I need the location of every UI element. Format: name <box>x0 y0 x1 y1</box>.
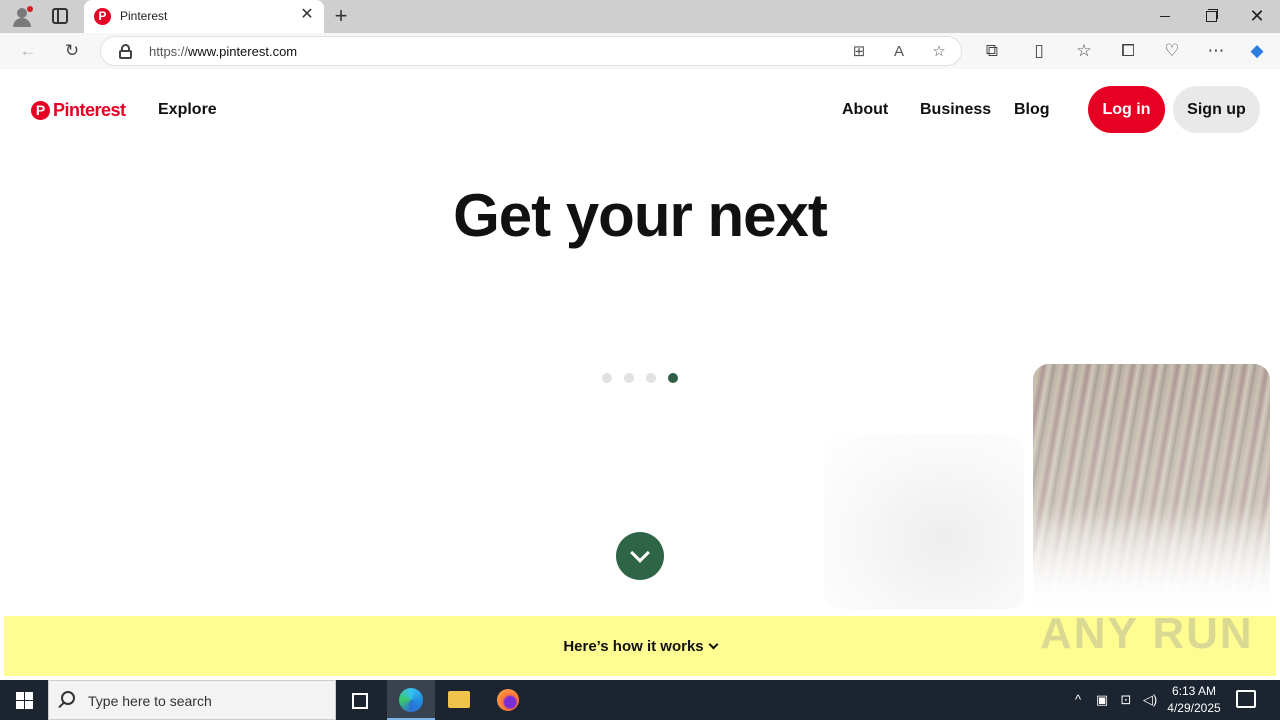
pinterest-logo-icon: P <box>31 100 50 120</box>
app-available-icon[interactable]: ⊞ <box>847 40 871 64</box>
collections-icon[interactable]: ⧠ <box>1116 39 1140 63</box>
notifications-icon[interactable] <box>1236 690 1256 708</box>
extensions-icon[interactable]: ⧉ <box>980 39 1004 63</box>
scroll-down-button[interactable] <box>616 532 664 580</box>
lock-icon[interactable] <box>119 44 132 59</box>
signup-button[interactable]: Sign up <box>1173 86 1260 133</box>
firefox-taskbar-icon[interactable] <box>484 680 532 720</box>
carousel-dot-4[interactable] <box>668 373 678 383</box>
pinterest-logo[interactable]: P Pinterest <box>31 98 126 122</box>
carousel-dot-1[interactable] <box>602 373 612 383</box>
settings-more-icon[interactable]: ⋯ <box>1204 39 1228 63</box>
profile-icon[interactable] <box>10 5 34 29</box>
tab-close-icon[interactable]: ✕ <box>298 6 316 24</box>
faded-pin-image <box>824 434 1024 609</box>
taskbar-search[interactable]: Type here to search <box>48 680 336 720</box>
meet-now-icon[interactable]: ▣ <box>1092 680 1112 720</box>
pinterest-page: P Pinterest Explore About Business Blog … <box>4 69 1276 676</box>
nav-explore-link[interactable]: Explore <box>158 101 217 119</box>
volume-icon[interactable]: ◁) <box>1140 680 1160 720</box>
carousel-dot-3[interactable] <box>646 373 656 383</box>
nav-about-link[interactable]: About <box>842 101 888 119</box>
minimize-button[interactable] <box>1142 0 1188 33</box>
browser-tab-strip: P Pinterest ✕ + ✕ <box>0 0 1280 33</box>
pinterest-favicon-icon: P <box>94 8 111 25</box>
new-tab-button[interactable]: + <box>331 4 351 28</box>
tab-actions-icon[interactable] <box>52 8 68 24</box>
address-bar[interactable]: https://www.pinterest.com ⊞ A ☆ <box>100 36 962 66</box>
reload-icon[interactable]: ↻ <box>60 39 84 63</box>
login-button[interactable]: Log in <box>1088 86 1165 133</box>
tray-overflow-chevron-icon[interactable]: ^ <box>1068 680 1088 720</box>
windows-taskbar: Type here to search ^ ▣ ⊡ ◁) 6:13 AM 4/2… <box>0 680 1280 720</box>
nav-blog-link[interactable]: Blog <box>1014 101 1050 119</box>
chevron-down-icon <box>708 639 719 650</box>
tab-title: Pinterest <box>120 9 168 23</box>
search-icon <box>61 691 75 705</box>
network-icon[interactable]: ⊡ <box>1116 680 1136 720</box>
url-text[interactable]: https://www.pinterest.com <box>149 44 297 59</box>
hero-headline: Get your next <box>453 182 828 249</box>
task-view-icon[interactable] <box>336 680 384 720</box>
restore-button[interactable] <box>1188 0 1234 33</box>
file-explorer-icon[interactable] <box>435 680 483 720</box>
back-arrow-icon[interactable]: ← <box>16 39 40 63</box>
read-aloud-icon[interactable]: A <box>887 40 911 64</box>
favorites-icon[interactable]: ☆ <box>1072 39 1096 63</box>
window-close-button[interactable]: ✕ <box>1234 0 1280 33</box>
clock-date: 4/29/2025 <box>1167 701 1221 715</box>
pin-image-plants <box>1033 364 1270 614</box>
browser-essentials-icon[interactable]: ♡ <box>1160 39 1184 63</box>
nav-business-link[interactable]: Business <box>920 101 991 119</box>
split-screen-icon[interactable]: ▯ <box>1027 39 1051 63</box>
favorite-star-icon[interactable]: ☆ <box>927 40 951 64</box>
carousel-dot-2[interactable] <box>624 373 634 383</box>
edge-taskbar-icon[interactable] <box>387 680 435 720</box>
browser-tab-pinterest[interactable]: P Pinterest ✕ <box>84 0 324 33</box>
anyrun-watermark: ANY RUN <box>1040 609 1254 658</box>
clock-time: 6:13 AM <box>1171 684 1217 698</box>
pinterest-wordmark: Pinterest <box>53 99 126 120</box>
browser-toolbar: ← ↻ https://www.pinterest.com ⊞ A ☆ ⧉ ▯ … <box>0 33 1280 69</box>
taskbar-clock[interactable]: 6:13 AM 4/29/2025 <box>1160 683 1228 717</box>
carousel-dots <box>602 373 678 383</box>
taskbar-search-placeholder: Type here to search <box>88 693 212 709</box>
start-button[interactable] <box>0 680 48 720</box>
copilot-icon[interactable]: ◆ <box>1245 39 1269 63</box>
